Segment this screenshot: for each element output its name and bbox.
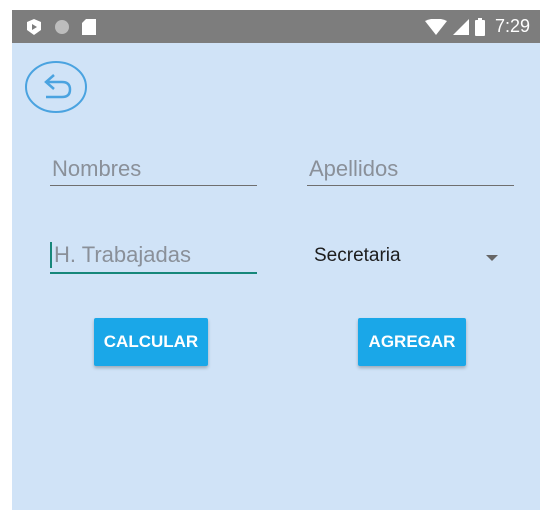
sd-card-icon	[82, 19, 96, 35]
wifi-icon	[424, 18, 447, 35]
apellidos-underline	[307, 185, 514, 186]
back-arrow-icon	[25, 61, 87, 113]
apellidos-placeholder: Apellidos	[309, 156, 399, 181]
horas-trabajadas-input[interactable]: H. Trabajadas	[50, 234, 257, 274]
horas-underline-focused	[50, 272, 257, 274]
circle-icon	[55, 20, 69, 34]
horas-placeholder: H. Trabajadas	[54, 242, 191, 267]
play-badge-icon	[27, 19, 41, 35]
apellidos-input[interactable]: Apellidos	[307, 148, 514, 186]
battery-icon	[474, 17, 485, 36]
status-clock: 7:29	[494, 16, 530, 36]
nombres-input[interactable]: Nombres	[50, 148, 257, 186]
calcular-button[interactable]: CALCULAR	[94, 318, 208, 366]
app-screen: 7:29 Nombres Apellidos H. Trabajadas Sec…	[12, 10, 540, 510]
dropdown-arrow-icon	[486, 255, 498, 261]
status-right-icons: 7:29	[424, 10, 530, 43]
nombres-placeholder: Nombres	[52, 156, 142, 181]
cargo-selected-value: Secretaria	[314, 245, 401, 266]
agregar-button[interactable]: AGREGAR	[358, 318, 466, 366]
nombres-underline	[50, 185, 257, 186]
status-left-icons	[26, 18, 96, 36]
back-button[interactable]	[24, 60, 88, 114]
status-bar: 7:29	[12, 10, 540, 43]
text-cursor	[50, 242, 52, 268]
cargo-dropdown[interactable]: Secretaria	[312, 238, 502, 274]
signal-icon	[452, 18, 469, 35]
